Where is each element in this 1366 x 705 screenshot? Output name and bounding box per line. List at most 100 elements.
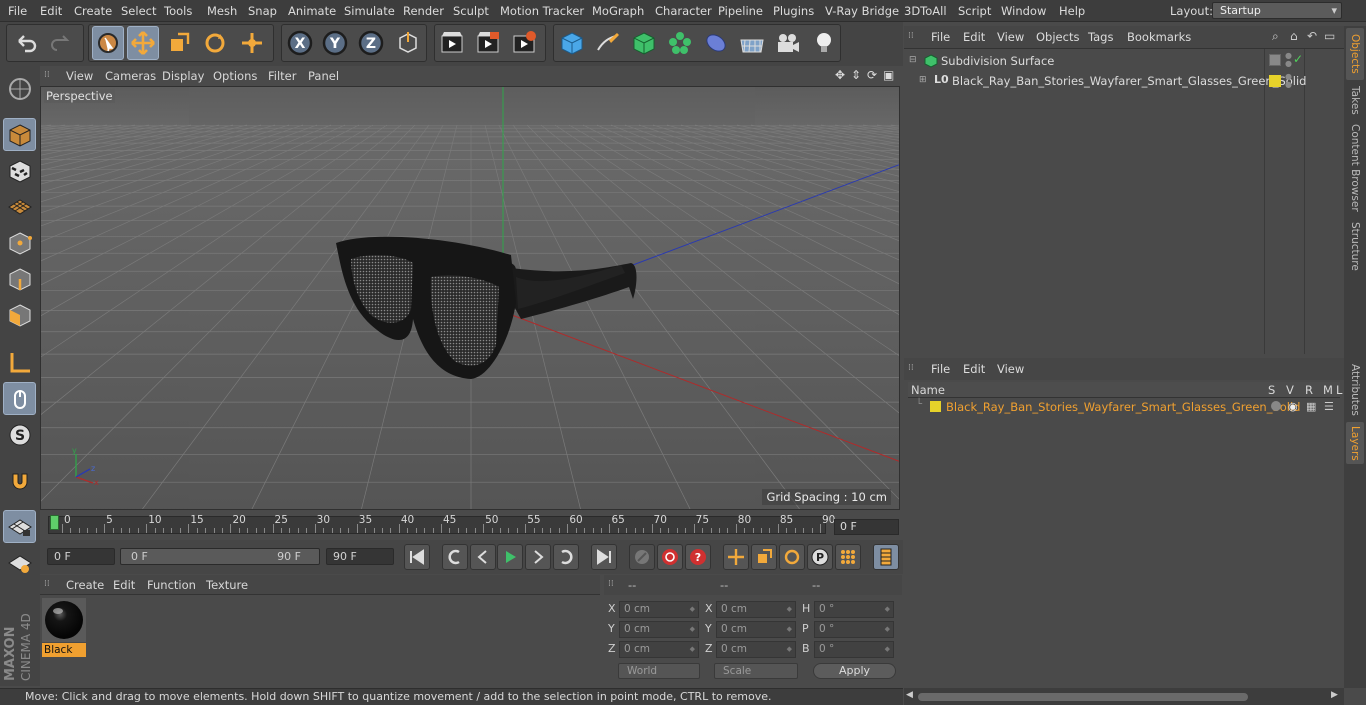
key-position-icon[interactable]: [723, 544, 749, 570]
record-keys-disabled-icon[interactable]: [629, 544, 655, 570]
mat-menu-function[interactable]: Function: [147, 578, 196, 592]
col-visible[interactable]: V: [1286, 383, 1294, 397]
vp-menu-cameras[interactable]: Cameras: [105, 69, 156, 83]
3d-viewport[interactable]: y x z Perspective Grid Spacing : 10 cm: [40, 86, 900, 510]
expand-icon[interactable]: ⊞: [919, 75, 927, 85]
maximize-view-icon[interactable]: ▣: [883, 68, 894, 82]
rot-b-field[interactable]: 0 °: [814, 641, 894, 658]
solo-toggle-icon[interactable]: [1271, 401, 1281, 411]
pos-z-field[interactable]: 0 cm: [619, 641, 699, 658]
z-axis-lock-icon[interactable]: Z: [355, 26, 387, 60]
next-key-icon[interactable]: [553, 544, 579, 570]
render-settings-icon[interactable]: [508, 26, 540, 60]
key-scale-icon[interactable]: [751, 544, 777, 570]
zoom-view-icon[interactable]: ⇕: [851, 68, 861, 82]
scroll-left-icon[interactable]: ◀: [906, 690, 913, 700]
menu-edit[interactable]: Edit: [40, 4, 62, 18]
cube-primitive-icon[interactable]: [556, 26, 588, 60]
light-icon[interactable]: [808, 26, 840, 60]
col-render[interactable]: R: [1305, 383, 1313, 397]
solo-mode-icon[interactable]: S: [3, 418, 36, 451]
col-solo[interactable]: S: [1268, 383, 1275, 397]
menu-3dtoall[interactable]: 3DToAll: [904, 4, 947, 18]
planar-workplane-icon[interactable]: [3, 546, 36, 579]
obj-menu-edit[interactable]: Edit: [963, 30, 985, 44]
model-mode-icon[interactable]: [3, 118, 36, 151]
cloner-icon[interactable]: [664, 26, 696, 60]
undo-icon[interactable]: [10, 26, 42, 60]
tweak-mode-icon[interactable]: [3, 382, 36, 415]
redo-icon[interactable]: [46, 26, 78, 60]
layer-tag-icon[interactable]: [1269, 54, 1281, 66]
layout-dropdown[interactable]: Startup: [1212, 2, 1342, 19]
axis-mode-icon[interactable]: [3, 346, 36, 379]
col-locked[interactable]: L: [1336, 383, 1342, 397]
drag-handle-icon[interactable]: ⁞⁞: [908, 363, 914, 373]
coord-system-dropdown[interactable]: World: [618, 663, 700, 679]
menu-window[interactable]: Window: [1001, 4, 1046, 18]
render-region-icon[interactable]: [472, 26, 504, 60]
y-axis-lock-icon[interactable]: Y: [319, 26, 351, 60]
layer-menu-view[interactable]: View: [997, 362, 1024, 376]
menu-create[interactable]: Create: [74, 4, 112, 18]
pen-spline-icon[interactable]: [592, 26, 624, 60]
end-frame-field[interactable]: 90 F: [326, 548, 394, 565]
menu-select[interactable]: Select: [121, 4, 156, 18]
scale-tool-icon[interactable]: [163, 26, 195, 60]
x-axis-lock-icon[interactable]: X: [284, 26, 316, 60]
record-active-icon[interactable]: [657, 544, 683, 570]
apply-button[interactable]: Apply: [813, 663, 896, 679]
menu-mesh[interactable]: Mesh: [207, 4, 237, 18]
object-row[interactable]: ⊟ Subdivision Surface ● ● ✓: [904, 52, 1344, 71]
render-view-icon[interactable]: [436, 26, 468, 60]
texture-mode-icon[interactable]: [3, 154, 36, 187]
current-frame-field[interactable]: 0 F: [834, 519, 899, 535]
obj-menu-objects[interactable]: Objects: [1036, 30, 1079, 44]
viewport-camera-label[interactable]: Perspective: [44, 89, 115, 103]
menu-character[interactable]: Character: [655, 4, 712, 18]
scroll-right-icon[interactable]: ▶: [1331, 690, 1338, 700]
next-frame-icon[interactable]: [525, 544, 551, 570]
timeline-ruler[interactable]: 0 5 10 15 20 25 30 35 40 45 50 55 60 65 70 75 80 85 90: [40, 510, 903, 540]
camera-icon[interactable]: [772, 26, 804, 60]
drag-handle-icon[interactable]: ⁞⁞: [44, 70, 50, 80]
previous-frame-icon[interactable]: [470, 544, 496, 570]
subdivision-surface-icon[interactable]: [628, 26, 660, 60]
autokey-icon[interactable]: ?: [685, 544, 711, 570]
menu-plugins[interactable]: Plugins: [773, 4, 814, 18]
workplane-lock-icon[interactable]: [3, 510, 36, 543]
tab-structure[interactable]: Structure: [1346, 218, 1364, 274]
menu-script[interactable]: Script: [958, 4, 991, 18]
pos-x-field[interactable]: 0 cm: [619, 601, 699, 618]
drag-handle-icon[interactable]: ⁞⁞: [908, 31, 914, 41]
menu-simulate[interactable]: Simulate: [344, 4, 395, 18]
key-rotation-icon[interactable]: [779, 544, 805, 570]
rot-p-field[interactable]: 0 °: [814, 621, 894, 638]
mat-menu-texture[interactable]: Texture: [206, 578, 248, 592]
floor-environment-icon[interactable]: [736, 26, 768, 60]
key-parameter-icon[interactable]: P: [807, 544, 833, 570]
tab-content-browser[interactable]: Content Browser: [1346, 120, 1364, 216]
visible-eye-icon[interactable]: ◉: [1288, 400, 1298, 413]
previous-key-icon[interactable]: [442, 544, 468, 570]
search-icon[interactable]: ⌕: [1272, 29, 1279, 44]
obj-menu-file[interactable]: File: [931, 30, 950, 44]
menu-animate[interactable]: Animate: [288, 4, 336, 18]
layer-menu-file[interactable]: File: [931, 362, 950, 376]
make-editable-icon[interactable]: [3, 72, 36, 105]
go-to-end-icon[interactable]: [591, 544, 617, 570]
scroll-thumb[interactable]: [918, 693, 1248, 701]
tab-layers[interactable]: Layers: [1346, 422, 1364, 464]
layer-menu-edit[interactable]: Edit: [963, 362, 985, 376]
live-selection-icon[interactable]: [92, 26, 124, 60]
vp-menu-view[interactable]: View: [66, 69, 93, 83]
tab-objects[interactable]: Objects: [1346, 28, 1364, 80]
back-arrow-icon[interactable]: ↶: [1307, 29, 1317, 43]
menu-render[interactable]: Render: [403, 4, 444, 18]
menu-help[interactable]: Help: [1059, 4, 1085, 18]
layer-color-icon[interactable]: [1269, 75, 1281, 87]
rotate-view-icon[interactable]: ⟳: [867, 68, 877, 82]
obj-menu-tags[interactable]: Tags: [1088, 30, 1113, 44]
size-z-field[interactable]: 0 cm: [716, 641, 796, 658]
menu-pipeline[interactable]: Pipeline: [718, 4, 763, 18]
